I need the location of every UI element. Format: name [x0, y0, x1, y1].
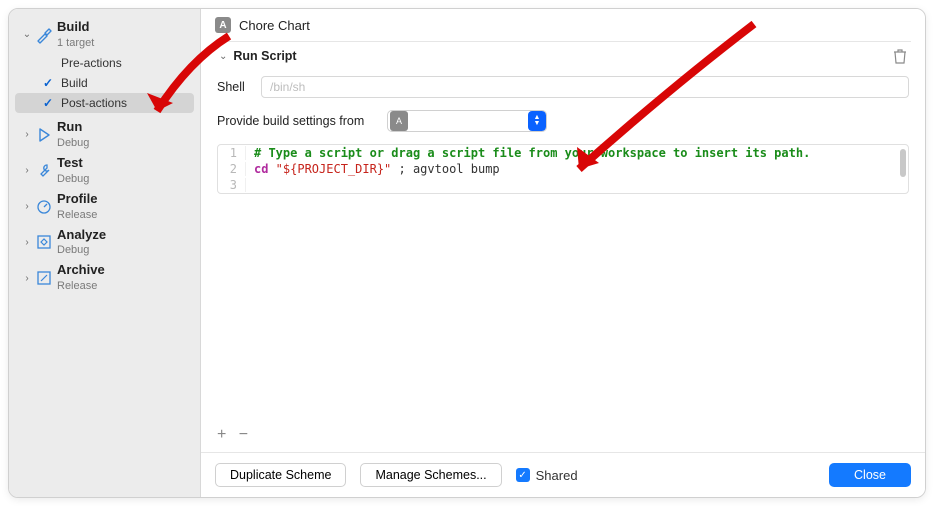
- app-icon: A: [390, 111, 408, 131]
- sidebar-item-build[interactable]: ⌄ Build 1 target: [15, 17, 194, 53]
- build-settings-row: Provide build settings from A ▲▼: [215, 104, 911, 138]
- archive-subtitle: Release: [57, 280, 97, 292]
- app-icon: A: [215, 17, 231, 33]
- sidebar-item-build-phase[interactable]: ✓ Build: [15, 73, 194, 93]
- line-number: 2: [218, 162, 246, 176]
- run-title: Run: [57, 119, 82, 134]
- sidebar-item-run[interactable]: › Run Debug: [15, 117, 194, 153]
- sidebar: ⌄ Build 1 target Pre-actions ✓ Build ✓ P…: [9, 9, 201, 497]
- scheme-name: Chore Chart: [239, 18, 310, 33]
- wrench-icon: [35, 163, 53, 179]
- checkmark-icon: ✓: [43, 96, 57, 110]
- code-line-2: cd "${PROJECT_DIR}" ; agvtool bump: [254, 162, 500, 176]
- profile-title: Profile: [57, 191, 97, 206]
- profile-subtitle: Release: [57, 209, 97, 221]
- test-title: Test: [57, 155, 83, 170]
- archive-icon: [35, 270, 53, 286]
- sidebar-item-post-actions[interactable]: ✓ Post-actions: [15, 93, 194, 113]
- trash-icon[interactable]: [893, 48, 907, 64]
- chevron-right-icon: ›: [21, 237, 33, 248]
- scrollbar[interactable]: [900, 149, 906, 177]
- settings-label: Provide build settings from: [217, 114, 377, 128]
- shell-label: Shell: [217, 80, 251, 94]
- duplicate-scheme-button[interactable]: Duplicate Scheme: [215, 463, 346, 487]
- post-actions-label: Post-actions: [61, 96, 127, 110]
- chevron-right-icon: ›: [21, 201, 33, 212]
- footer: Duplicate Scheme Manage Schemes... ✓ Sha…: [201, 452, 925, 497]
- sidebar-item-archive[interactable]: › Archive Release: [15, 260, 194, 296]
- analyze-subtitle: Debug: [57, 244, 89, 256]
- chevron-right-icon: ›: [21, 129, 33, 140]
- chevron-right-icon: ›: [21, 165, 33, 176]
- build-subtitle: 1 target: [57, 37, 94, 49]
- scheme-header: A Chore Chart: [201, 9, 925, 41]
- section-title: Run Script: [233, 49, 296, 63]
- sidebar-item-analyze[interactable]: › Analyze Debug: [15, 225, 194, 261]
- close-button[interactable]: Close: [829, 463, 911, 487]
- line-number: 3: [218, 178, 246, 192]
- chevron-right-icon: ›: [21, 273, 33, 284]
- test-subtitle: Debug: [57, 173, 89, 185]
- archive-title: Archive: [57, 262, 105, 277]
- line-number: 1: [218, 146, 246, 160]
- add-remove-bar: + −: [201, 418, 925, 452]
- main-panel: A Chore Chart ⌄ Run Script Shell Provide…: [201, 9, 925, 497]
- checkmark-icon: ✓: [43, 76, 57, 90]
- script-editor[interactable]: 1 # Type a script or drag a script file …: [217, 144, 909, 194]
- shared-label: Shared: [536, 468, 578, 483]
- add-button[interactable]: +: [217, 426, 226, 443]
- build-settings-select[interactable]: A ▲▼: [387, 110, 547, 132]
- gauge-icon: [35, 199, 53, 215]
- manage-schemes-button[interactable]: Manage Schemes...: [360, 463, 501, 487]
- sidebar-item-test[interactable]: › Test Debug: [15, 153, 194, 189]
- shared-checkbox[interactable]: ✓ Shared: [516, 468, 578, 483]
- section-header[interactable]: ⌄ Run Script: [215, 41, 911, 70]
- updown-arrows-icon: ▲▼: [528, 111, 546, 131]
- run-script-section: ⌄ Run Script Shell Provide build setting…: [215, 41, 911, 194]
- scheme-editor-window: ⌄ Build 1 target Pre-actions ✓ Build ✓ P…: [8, 8, 926, 498]
- code-line-1: # Type a script or drag a script file fr…: [254, 146, 810, 160]
- build-title: Build: [57, 19, 90, 34]
- chevron-down-icon: ⌄: [219, 51, 227, 62]
- analyze-icon: [35, 234, 53, 250]
- shell-row: Shell: [215, 70, 911, 104]
- chevron-down-icon: ⌄: [21, 29, 33, 40]
- analyze-title: Analyze: [57, 227, 106, 242]
- run-subtitle: Debug: [57, 137, 89, 149]
- shell-input[interactable]: [261, 76, 909, 98]
- play-icon: [35, 127, 53, 143]
- build-phase-label: Build: [61, 76, 88, 90]
- sidebar-item-profile[interactable]: › Profile Release: [15, 189, 194, 225]
- pre-actions-label: Pre-actions: [61, 56, 122, 70]
- remove-button[interactable]: −: [239, 426, 248, 443]
- checkmark-icon: ✓: [516, 468, 530, 482]
- sidebar-item-pre-actions[interactable]: Pre-actions: [15, 53, 194, 73]
- hammer-icon: [35, 26, 53, 44]
